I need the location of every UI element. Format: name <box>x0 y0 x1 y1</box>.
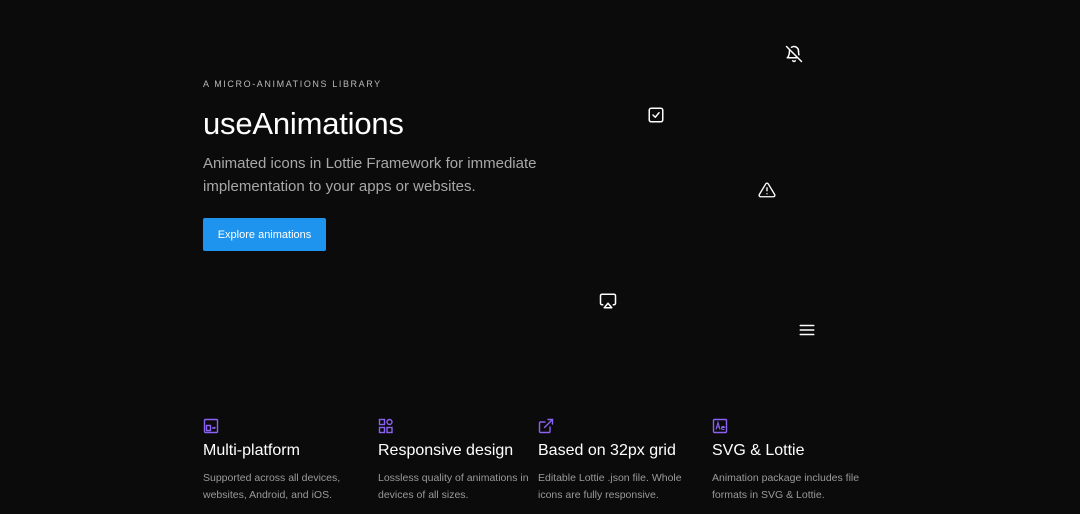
page-title: useAnimations <box>203 106 404 141</box>
hero-eyebrow: A MICRO-ANIMATIONS LIBRARY <box>203 79 382 89</box>
warning-icon[interactable] <box>758 181 776 199</box>
feature-title: Based on 32px grid <box>538 442 676 459</box>
feature-32px-grid: Based on 32px grid Editable Lottie .json… <box>538 418 698 504</box>
feature-description: Animation package includes file formats … <box>712 472 860 501</box>
bell-off-icon[interactable] <box>785 45 803 63</box>
feature-description: Supported across all devices, websites, … <box>203 472 341 501</box>
hero-subtitle: Animated icons in Lottie Framework for i… <box>203 155 537 195</box>
explore-animations-button[interactable]: Explore animations <box>203 218 326 251</box>
feature-responsive-design: Responsive design Lossless quality of an… <box>378 418 538 504</box>
grid-icon <box>378 418 394 434</box>
feature-multi-platform: Multi-platform Supported across all devi… <box>203 418 363 504</box>
feature-description: Editable Lottie .json file. Whole icons … <box>538 472 682 501</box>
multi-platform-icon <box>203 418 219 434</box>
menu-icon[interactable] <box>798 321 816 339</box>
feature-svg-lottie: SVG & Lottie Animation package includes … <box>712 418 872 504</box>
feature-title: Multi-platform <box>203 442 300 459</box>
external-link-icon <box>538 418 554 434</box>
airplay-icon[interactable] <box>599 292 617 310</box>
ae-icon <box>712 418 728 434</box>
feature-description: Lossless quality of animations in device… <box>378 472 529 501</box>
checkbox-icon[interactable] <box>647 106 665 124</box>
feature-title: Responsive design <box>378 442 514 459</box>
feature-title: SVG & Lottie <box>712 442 805 459</box>
